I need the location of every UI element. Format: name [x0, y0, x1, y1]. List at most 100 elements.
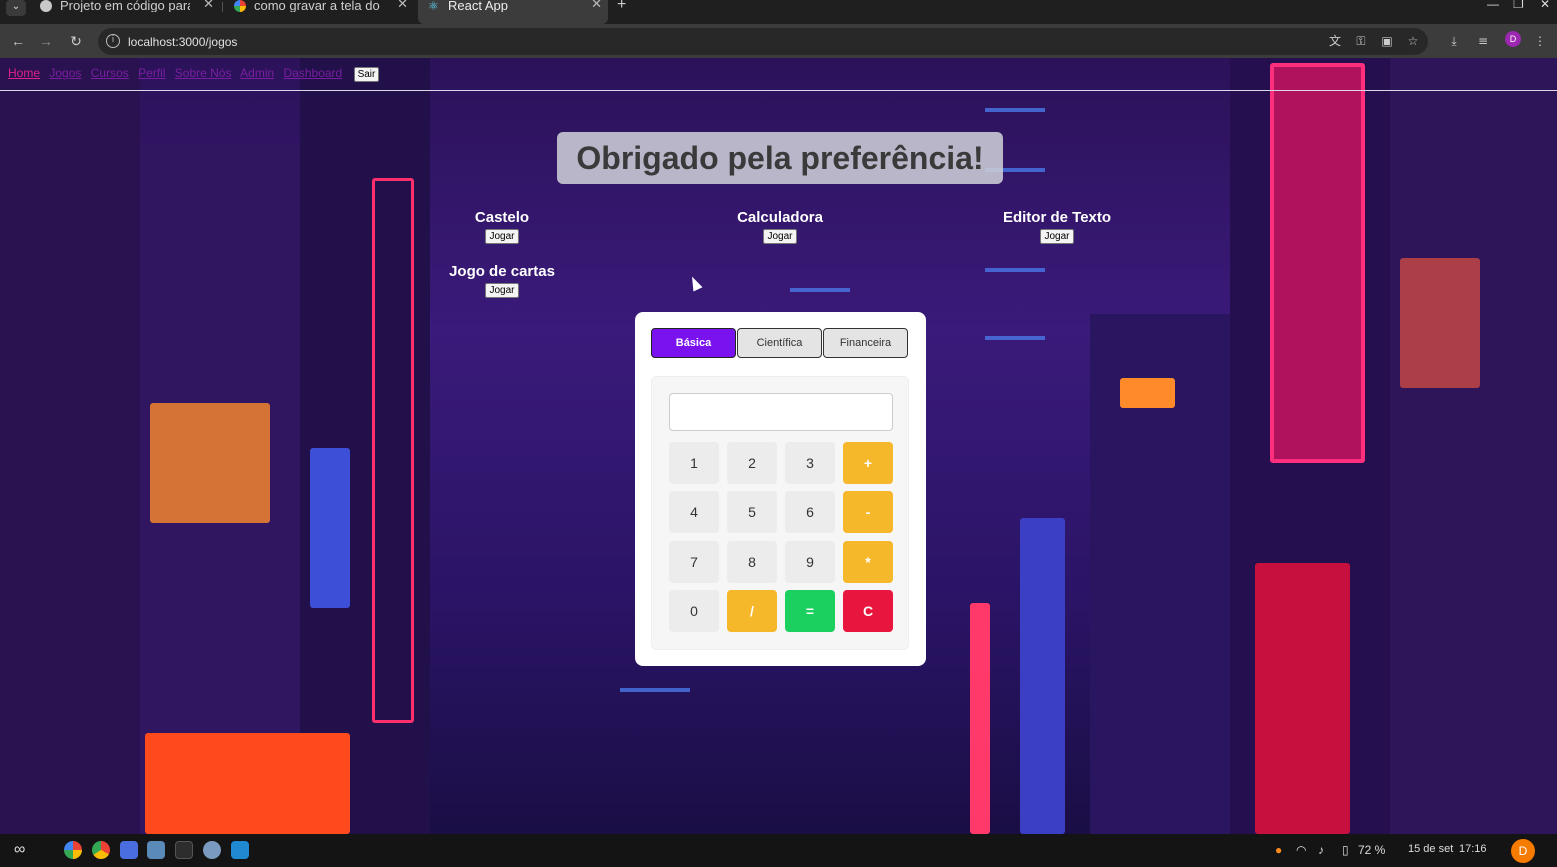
game-name: Castelo — [474, 209, 530, 226]
browser-tab-1[interactable]: Projeto em código para ✕ — [30, 0, 220, 24]
key-1[interactable]: 1 — [669, 442, 719, 484]
neon-sign-blue-right — [1020, 518, 1065, 834]
key-0[interactable]: 0 — [669, 590, 719, 632]
tab-basica[interactable]: Básica — [651, 328, 736, 358]
minimize-icon[interactable]: — — [1487, 0, 1499, 11]
game-card-castelo: Castelo Jogar — [412, 209, 592, 244]
bookmark-star-icon[interactable]: ☆ — [1404, 32, 1422, 50]
game-card-editor: Editor de Texto Jogar — [967, 209, 1147, 244]
browser-tab-2[interactable]: como gravar a tela do p ✕ — [224, 0, 414, 24]
nav-link-sobre[interactable]: Sobre Nós — [175, 66, 232, 80]
tab-financeira[interactable]: Financeira — [823, 328, 908, 358]
neon-sign-pink — [1270, 63, 1365, 463]
close-tab-icon[interactable]: ✕ — [203, 0, 214, 10]
wifi-icon[interactable]: ◠ — [1296, 843, 1306, 857]
lit-windows-mid — [1120, 378, 1175, 408]
page-heading: Obrigado pela preferência! — [557, 132, 1003, 184]
close-window-icon[interactable]: ✕ — [1540, 0, 1550, 11]
url-text[interactable]: localhost:3000/jogos — [128, 35, 237, 49]
tab-separator — [222, 2, 223, 12]
calculator-display[interactable] — [669, 393, 893, 431]
profile-avatar[interactable]: D — [1505, 31, 1521, 47]
logout-button[interactable]: Sair — [353, 67, 380, 82]
password-key-icon[interactable]: ⚿ — [1352, 32, 1370, 50]
window-row — [620, 688, 690, 692]
install-app-icon[interactable]: ▣ — [1378, 32, 1396, 50]
vscode-icon[interactable] — [231, 841, 249, 859]
building-left — [0, 58, 140, 834]
forward-icon[interactable]: → — [36, 31, 56, 51]
key-divide[interactable]: / — [727, 590, 777, 632]
battery-icon[interactable]: ▯ — [1342, 843, 1349, 857]
restore-icon[interactable]: ❐ — [1513, 0, 1524, 11]
tab-search-button[interactable]: ⌄ — [6, 0, 26, 16]
nav-link-admin[interactable]: Admin — [240, 66, 274, 80]
lit-windows-right — [1400, 258, 1480, 388]
start-menu-icon[interactable]: ∞ — [14, 841, 25, 859]
key-8[interactable]: 8 — [727, 541, 777, 583]
translate-icon[interactable]: 文 — [1326, 32, 1344, 50]
game-name: Editor de Texto — [1002, 209, 1112, 226]
chrome-icon[interactable] — [92, 841, 110, 859]
volume-icon[interactable]: ♪ — [1318, 843, 1324, 857]
battery-percent: 72 % — [1358, 843, 1386, 857]
browser-menu-icon[interactable]: ⋮ — [1531, 32, 1549, 50]
address-bar[interactable]: i localhost:3000/jogos — [98, 28, 1428, 55]
files-icon[interactable] — [120, 841, 138, 859]
window-row — [985, 336, 1045, 340]
key-4[interactable]: 4 — [669, 491, 719, 533]
play-button-editor[interactable]: Jogar — [1040, 229, 1074, 244]
key-clear[interactable]: C — [843, 590, 893, 632]
neon-sign-orange — [145, 733, 350, 834]
neon-sign-red — [372, 178, 414, 723]
calculator-card: Básica Científica Financeira 1 2 3 + 4 5… — [635, 312, 926, 666]
lit-windows — [150, 403, 270, 523]
tab-title: React App — [448, 0, 508, 12]
key-6[interactable]: 6 — [785, 491, 835, 533]
media-queue-icon[interactable]: ≡ — [1474, 32, 1492, 50]
key-multiply[interactable]: * — [843, 541, 893, 583]
window-row — [985, 268, 1045, 272]
browser-tab-3[interactable]: ⚛ React App ✕ — [418, 0, 608, 24]
key-5[interactable]: 5 — [727, 491, 777, 533]
reload-icon[interactable]: ↻ — [66, 31, 86, 51]
game-card-jogo-de-cartas: Jogo de cartas Jogar — [412, 263, 592, 298]
react-favicon-icon: ⚛ — [428, 0, 439, 13]
taskbar-app-icon[interactable] — [64, 841, 82, 859]
network-app-icon[interactable] — [203, 841, 221, 859]
os-taskbar: ∞ ● ◠ ♪ ▯ 72 % 15 de set 17:16 D — [0, 834, 1557, 867]
nav-link-cursos[interactable]: Cursos — [91, 66, 129, 80]
calculator-body: 1 2 3 + 4 5 6 - 7 8 9 * 0 / = C — [651, 376, 909, 650]
key-equals[interactable]: = — [785, 590, 835, 632]
new-tab-icon[interactable]: + — [617, 0, 626, 14]
key-3[interactable]: 3 — [785, 442, 835, 484]
back-icon[interactable]: ← — [8, 31, 28, 51]
game-name: Calculadora — [737, 209, 823, 226]
close-tab-icon[interactable]: ✕ — [591, 0, 602, 10]
key-9[interactable]: 9 — [785, 541, 835, 583]
key-minus[interactable]: - — [843, 491, 893, 533]
key-2[interactable]: 2 — [727, 442, 777, 484]
neon-stop-sign — [1255, 563, 1350, 834]
nav-link-perfil[interactable]: Perfil — [138, 66, 165, 80]
game-card-calculadora: Calculadora Jogar — [690, 209, 870, 244]
notification-dot-icon[interactable]: ● — [1275, 843, 1282, 857]
key-7[interactable]: 7 — [669, 541, 719, 583]
window-row — [790, 288, 850, 292]
nav-divider — [0, 90, 1557, 91]
close-tab-icon[interactable]: ✕ — [397, 0, 408, 10]
tab-cientifica[interactable]: Científica — [737, 328, 822, 358]
play-button-calculadora[interactable]: Jogar — [763, 229, 797, 244]
nav-link-jogos[interactable]: Jogos — [49, 66, 81, 80]
key-plus[interactable]: + — [843, 442, 893, 484]
nav-link-dashboard[interactable]: Dashboard — [284, 66, 343, 80]
nav-link-home[interactable]: Home — [8, 66, 40, 80]
site-info-icon[interactable]: i — [106, 34, 120, 48]
terminal-icon[interactable] — [175, 841, 193, 859]
user-avatar[interactable]: D — [1511, 839, 1535, 863]
tab-title: como gravar a tela do p — [254, 0, 384, 12]
folder-icon[interactable] — [147, 841, 165, 859]
play-button-cartas[interactable]: Jogar — [485, 283, 519, 298]
play-button-castelo[interactable]: Jogar — [485, 229, 519, 244]
download-icon[interactable]: ⤓ — [1445, 32, 1463, 50]
